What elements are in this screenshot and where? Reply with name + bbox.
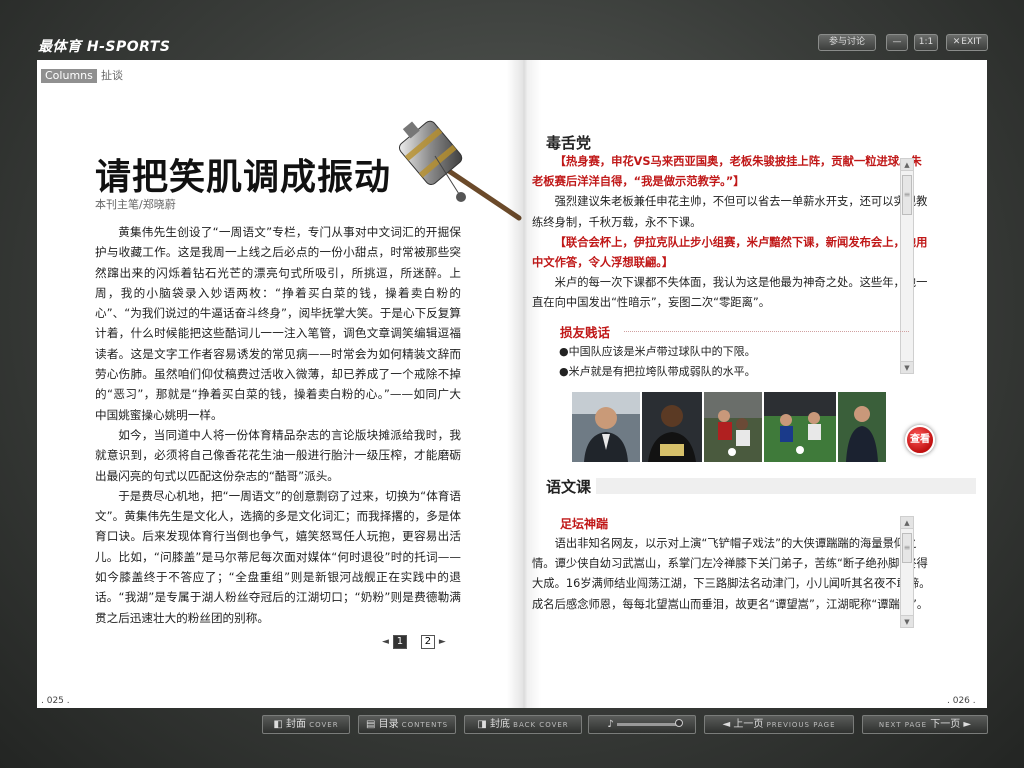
app-logo: 最体育 H-SPORTS — [38, 39, 171, 55]
volume-control[interactable]: ♪ — [588, 715, 696, 734]
photo-match-kick[interactable] — [764, 392, 836, 462]
exit-label: EXIT — [961, 37, 982, 47]
prayer-wheel-illustration — [398, 120, 522, 221]
news-item: 【热身赛，申花VS马来西亚国奥，老板朱骏披挂上阵，贡献一粒进球。朱老板赛后洋洋自… — [532, 155, 922, 189]
volume-slider[interactable] — [616, 718, 683, 727]
paragraph: 如今，当同道中人将一份体育精品杂志的言论版块摊派给我时，我就意识到，必须将自己像… — [95, 427, 461, 483]
next-label-en: NEXT PAGE — [878, 721, 928, 729]
book-spine — [507, 60, 541, 708]
bullet-item: ●中国队应该是米卢带过球队中的下限。 — [559, 345, 756, 358]
contents-label: 目录 — [378, 719, 399, 730]
divider — [624, 331, 909, 332]
page-number-right: . 026 . — [947, 696, 976, 706]
prev-arrow-icon: ◄ — [722, 719, 731, 730]
list-icon: ▤ — [365, 719, 376, 730]
pager-page-2[interactable]: 2 — [420, 635, 435, 649]
column-name: 扯谈 — [101, 69, 123, 82]
term-explanation: 语出非知名网友，以示对上演“飞铲帽子戏法”的大侠谭踹踹的海量景仰之情。谭少侠自幼… — [532, 537, 931, 611]
back-cover-label-en: BACK COVER — [513, 721, 569, 729]
page-icon: ◨ — [477, 719, 487, 730]
pager-next-icon[interactable]: ► — [439, 637, 446, 647]
photo-player[interactable] — [642, 392, 702, 462]
prev-label-en: PREVIOUS PAGE — [766, 721, 836, 729]
prev-label: 上一页 — [733, 719, 764, 730]
scroll-up-icon[interactable]: ▲ — [901, 159, 913, 171]
comment-item: 米卢的每一次下课都不失体面，我认为这是他最为神奇之处。这些年，他一直在向中国发出… — [532, 276, 928, 310]
pager-prev-icon[interactable]: ◄ — [382, 637, 389, 647]
comment-item: 强烈建议朱老板兼任申花主帅，不但可以省去一单薪水开支，还可以实现教练终身制，千秋… — [532, 195, 928, 229]
sunyou-title: 损友贱话 — [560, 325, 611, 340]
magazine-spread: Columns 扯谈 请把笑肌调成振动 本刊主笔/郑晓蔚 黄集伟先生创设了“一周… — [37, 60, 987, 708]
yuwen-content: 足坛神踹 语出非知名网友，以示对上演“飞铲帽子戏法”的大侠谭踹踹的海量景仰之情。… — [532, 510, 932, 640]
scroll-up-icon[interactable]: ▲ — [901, 517, 913, 529]
cover-label: 封面 — [286, 719, 307, 730]
scroll-down-icon[interactable]: ▼ — [901, 615, 913, 627]
cover-label-en: COVER — [309, 721, 339, 729]
next-page-button[interactable]: NEXT PAGE 下一页 ► — [862, 715, 988, 734]
photo-match-tackle[interactable] — [704, 392, 762, 462]
term-heading: 足坛神踹 — [560, 517, 609, 531]
cover-button[interactable]: ◧ 封面 COVER — [262, 715, 350, 734]
contents-button[interactable]: ▤ 目录 CONTENTS — [358, 715, 456, 734]
article-pager: ◄ 1 2 ► — [382, 635, 446, 649]
next-label: 下一页 — [930, 719, 961, 730]
discuss-button[interactable]: 参与讨论 — [818, 34, 876, 51]
paragraph: 于是费尽心机地，把“一周语文”的创意剽窃了过来，切换为“体育语文”。黄集伟先生是… — [95, 488, 461, 625]
minimize-button[interactable]: — — [886, 34, 908, 51]
volume-knob[interactable] — [674, 718, 683, 727]
section-bar — [524, 474, 987, 498]
article-title: 请把笑肌调成振动 — [95, 157, 392, 198]
pager-page-1[interactable]: 1 — [392, 635, 407, 649]
page-icon: ◧ — [273, 719, 283, 730]
right-page: 毒舌党 【热身赛，申花VS马来西亚国奥，老板朱骏披挂上阵，贡献一粒进球。朱老板赛… — [524, 60, 987, 708]
scroll-down-icon[interactable]: ▼ — [901, 361, 913, 373]
column-tag: Columns — [41, 69, 97, 83]
speaker-icon: ♪ — [607, 719, 614, 730]
dushe-scrollbar[interactable]: ▲ ≡ ▼ — [900, 158, 914, 374]
article-body: 黄集伟先生创设了“一周语文”专栏，专门从事对中文词汇的开掘保护与收藏工作。这是我… — [95, 222, 461, 628]
news-item: 【联合会杯上，伊拉克队止步小组赛，米卢黯然下课，新闻发布会上，他用中文作答，令人… — [532, 235, 928, 270]
page-number-left: . 025 . — [41, 696, 70, 706]
scroll-thumb[interactable]: ≡ — [902, 533, 912, 563]
left-page: Columns 扯谈 请把笑肌调成振动 本刊主笔/郑晓蔚 黄集伟先生创设了“一周… — [37, 60, 524, 708]
article-byline: 本刊主笔/郑晓蔚 — [95, 198, 176, 211]
paragraph: 黄集伟先生创设了“一周语文”专栏，专门从事对中文词汇的开掘保护与收藏工作。这是我… — [95, 225, 461, 422]
photo-coach[interactable] — [572, 392, 640, 462]
yuwen-scrollbar[interactable]: ▲ ≡ ▼ — [900, 516, 914, 628]
close-icon: ✕ — [952, 37, 961, 47]
scroll-thumb[interactable]: ≡ — [902, 175, 912, 215]
photo-manager-seated[interactable] — [838, 392, 886, 462]
exit-button[interactable]: ✕EXIT — [946, 34, 988, 51]
actual-size-button[interactable]: 1:1 — [914, 34, 938, 51]
back-cover-label: 封底 — [489, 719, 510, 730]
next-arrow-icon: ► — [963, 719, 972, 730]
previous-page-button[interactable]: ◄ 上一页 PREVIOUS PAGE — [704, 715, 854, 734]
back-cover-button[interactable]: ◨ 封底 BACK COVER — [464, 715, 582, 734]
view-button[interactable]: 查看 — [905, 425, 935, 455]
photo-strip[interactable] — [572, 392, 910, 462]
section-title-dushe: 毒舌党 — [546, 134, 592, 152]
section-title-yuwen: 语文课 — [546, 478, 592, 496]
bullet-item: ●米卢就是有把拉垮队带成弱队的水平。 — [559, 365, 756, 378]
contents-label-en: CONTENTS — [401, 721, 449, 729]
